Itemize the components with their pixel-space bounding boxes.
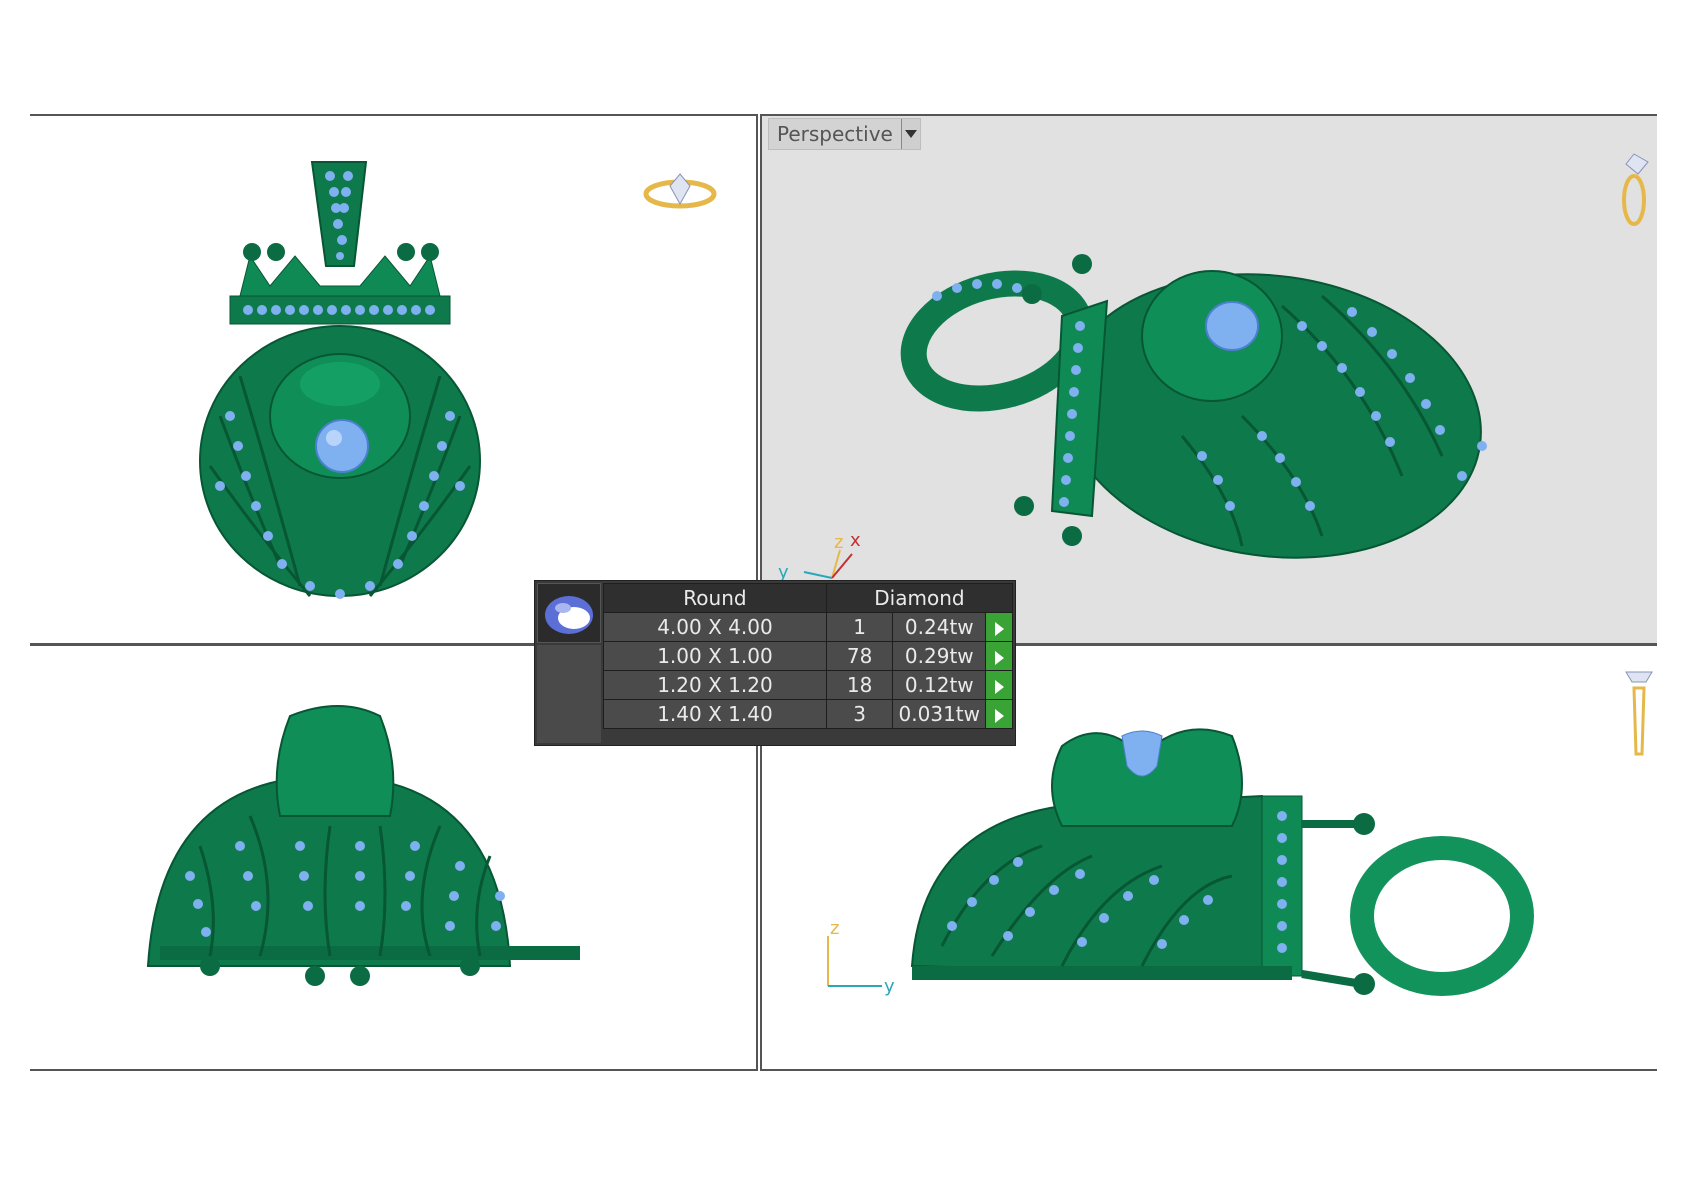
gem-table: Round Diamond 4.00 X 4.00 1 0.24tw 1.00 … [603,583,1014,729]
gem-size: 1.40 X 1.40 [603,699,827,729]
gem-shape-header: Round [603,583,827,613]
gem-summary-panel: Round Diamond 4.00 X 4.00 1 0.24tw 1.00 … [534,580,1016,746]
viewport-front[interactable] [30,114,758,646]
axis-label-x: x [850,530,861,551]
ring-orientation-icon[interactable] [642,168,718,214]
ring-orientation-icon[interactable] [1612,150,1652,230]
gem-count: 78 [825,641,894,671]
gem-size: 1.20 X 1.20 [603,670,827,700]
select-row-button[interactable] [985,670,1013,700]
round-gem-icon [545,596,593,634]
gem-weight: 0.12tw [892,670,987,700]
play-arrow-icon [994,708,1004,723]
gem-count: 18 [825,670,894,700]
table-row[interactable]: 1.40 X 1.40 3 0.031tw [603,699,1013,729]
table-row[interactable]: 1.20 X 1.20 18 0.12tw [603,670,1013,700]
select-row-button[interactable] [985,641,1013,671]
perspective-view-model: y z x [778,254,1487,583]
axis-label-y: y [884,976,895,997]
select-row-button[interactable] [985,612,1013,642]
axis-gizmo [803,549,853,579]
gem-size: 4.00 X 4.00 [603,612,827,642]
gem-count: 3 [825,699,894,729]
play-arrow-icon [994,679,1004,694]
axis-gizmo [827,936,882,987]
viewport-perspective[interactable]: Perspective y z x [760,114,1657,646]
gem-material-header: Diamond [825,583,1014,613]
ring-orientation-icon[interactable] [1622,664,1656,760]
axis-label-z: z [834,532,843,553]
gem-thumbnail[interactable] [537,583,601,643]
table-row[interactable]: 1.00 X 1.00 78 0.29tw [603,641,1013,671]
gem-weight: 0.031tw [892,699,987,729]
gem-weight: 0.24tw [892,612,987,642]
table-row[interactable]: 4.00 X 4.00 1 0.24tw [603,612,1013,642]
axis-label-z: z [830,918,839,939]
play-arrow-icon [994,621,1004,636]
play-arrow-icon [994,650,1004,665]
gem-panel-sidebar [537,645,601,743]
gem-size: 1.00 X 1.00 [603,641,827,671]
gem-count: 1 [825,612,894,642]
gem-weight: 0.29tw [892,641,987,671]
select-row-button[interactable] [985,699,1013,729]
